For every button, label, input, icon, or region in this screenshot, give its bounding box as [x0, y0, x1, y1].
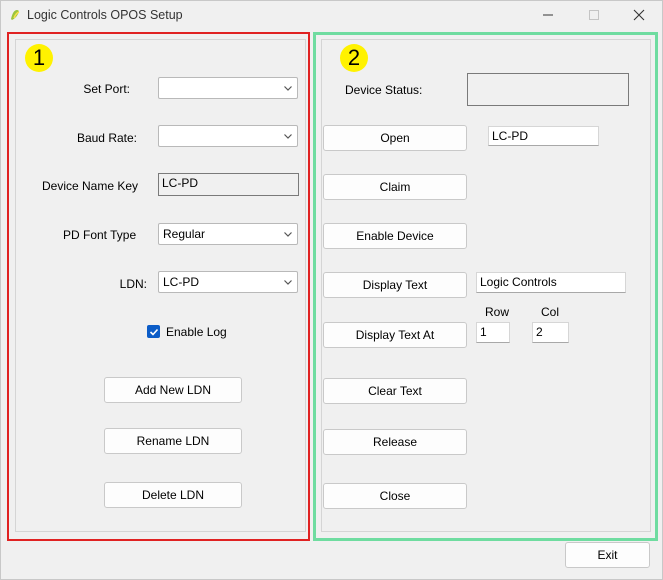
pd-font-type-select[interactable]: Regular [158, 223, 298, 245]
open-device-name-value: LC-PD [492, 129, 529, 143]
checkmark-icon [149, 328, 158, 336]
delete-ldn-button[interactable]: Delete LDN [104, 482, 242, 508]
chevron-down-icon [284, 86, 292, 91]
set-port-select[interactable] [158, 77, 298, 99]
set-port-label: Set Port: [83, 82, 130, 96]
chevron-down-icon [284, 280, 292, 285]
display-text-input[interactable]: Logic Controls [476, 272, 626, 293]
baud-rate-label: Baud Rate: [76, 131, 137, 145]
enable-log-label: Enable Log [166, 325, 227, 339]
device-status-label: Device Status: [345, 83, 423, 97]
add-new-ldn-button[interactable]: Add New LDN [104, 377, 242, 403]
device-name-key-value: LC-PD [162, 176, 199, 190]
pd-font-type-value: Regular [163, 227, 206, 241]
col-input[interactable]: 2 [532, 322, 569, 343]
window-title: Logic Controls OPOS Setup [27, 8, 183, 22]
close-window-button[interactable] [616, 3, 662, 27]
enable-log-checkbox[interactable] [147, 325, 160, 338]
row-value: 1 [480, 325, 487, 339]
row-input[interactable]: 1 [476, 322, 510, 343]
clear-text-button[interactable]: Clear Text [323, 378, 467, 404]
device-name-key-field: LC-PD [158, 173, 299, 196]
rename-ldn-button[interactable]: Rename LDN [104, 428, 242, 454]
claim-button[interactable]: Claim [323, 174, 467, 200]
chevron-down-icon [284, 134, 292, 139]
exit-button[interactable]: Exit [565, 542, 650, 568]
panel-number-badge: 2 [340, 44, 368, 72]
display-text-button[interactable]: Display Text [323, 272, 467, 298]
device-status-field [467, 73, 629, 106]
ldn-label: LDN: [119, 277, 147, 291]
ldn-select[interactable]: LC-PD [158, 271, 298, 293]
display-text-at-button[interactable]: Display Text At [323, 322, 467, 348]
display-text-value: Logic Controls [480, 275, 557, 289]
open-device-name-field[interactable]: LC-PD [488, 126, 599, 146]
app-logo-icon [11, 10, 20, 20]
maximize-button[interactable] [571, 3, 617, 27]
chevron-down-icon [284, 232, 292, 237]
minimize-icon [543, 14, 553, 16]
panel-number-badge: 1 [25, 44, 53, 72]
col-label: Col [541, 305, 560, 319]
enable-device-button[interactable]: Enable Device [323, 223, 467, 249]
col-value: 2 [536, 325, 543, 339]
ldn-value: LC-PD [163, 275, 200, 289]
open-button[interactable]: Open [323, 125, 467, 151]
release-button[interactable]: Release [323, 429, 467, 455]
close-button[interactable]: Close [323, 483, 467, 509]
maximize-icon [589, 10, 599, 20]
minimize-button[interactable] [525, 3, 571, 27]
baud-rate-select[interactable] [158, 125, 298, 147]
device-name-key-label: Device Name Key [42, 179, 139, 193]
row-label: Row [485, 305, 510, 319]
close-icon [633, 9, 645, 21]
title-bar: Logic Controls OPOS Setup [1, 1, 662, 29]
setup-window: Logic Controls OPOS Setup 1 Set Port: Ba… [0, 0, 663, 580]
pd-font-type-label: PD Font Type [63, 228, 137, 242]
